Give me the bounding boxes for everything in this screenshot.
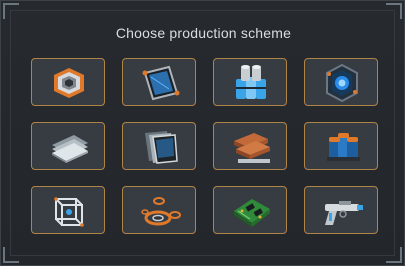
dialog-title: Choose production scheme bbox=[115, 25, 292, 41]
laser-pistol-icon bbox=[325, 201, 363, 225]
scheme-slot-battery-cells[interactable] bbox=[304, 122, 378, 170]
scheme-slot-copper-ingot-stack[interactable] bbox=[213, 122, 287, 170]
scheme-slot-capacitor-cluster[interactable] bbox=[213, 58, 287, 106]
orange-rings-icon bbox=[141, 197, 181, 226]
hexagon-armor-plate-icon bbox=[54, 68, 84, 98]
scheme-slot-hexagon-armor-plate[interactable] bbox=[31, 58, 105, 106]
metal-plates-icon bbox=[145, 131, 178, 164]
scheme-slot-energy-panel[interactable] bbox=[122, 58, 196, 106]
scheme-slot-metal-plates[interactable] bbox=[122, 122, 196, 170]
scheme-slot-orange-rings[interactable] bbox=[122, 186, 196, 234]
scheme-slot-reactor-core[interactable] bbox=[304, 58, 378, 106]
alloy-sheet-stack-icon bbox=[52, 135, 88, 163]
scheme-slot-circuit-board[interactable] bbox=[213, 186, 287, 234]
copper-ingot-stack-icon bbox=[234, 133, 270, 163]
scheme-slot-alloy-sheet-stack[interactable] bbox=[31, 122, 105, 170]
capacitor-cluster-icon bbox=[236, 65, 266, 99]
wireframe-cube-icon bbox=[54, 197, 84, 227]
battery-cells-icon bbox=[327, 133, 360, 161]
scheme-slot-wireframe-cube[interactable] bbox=[31, 186, 105, 234]
production-scheme-dialog: Choose production scheme bbox=[0, 0, 405, 266]
reactor-core-icon bbox=[326, 63, 358, 103]
scheme-slot-laser-pistol[interactable] bbox=[304, 186, 378, 234]
energy-panel-icon bbox=[142, 65, 180, 101]
circuit-board-icon bbox=[234, 199, 270, 227]
